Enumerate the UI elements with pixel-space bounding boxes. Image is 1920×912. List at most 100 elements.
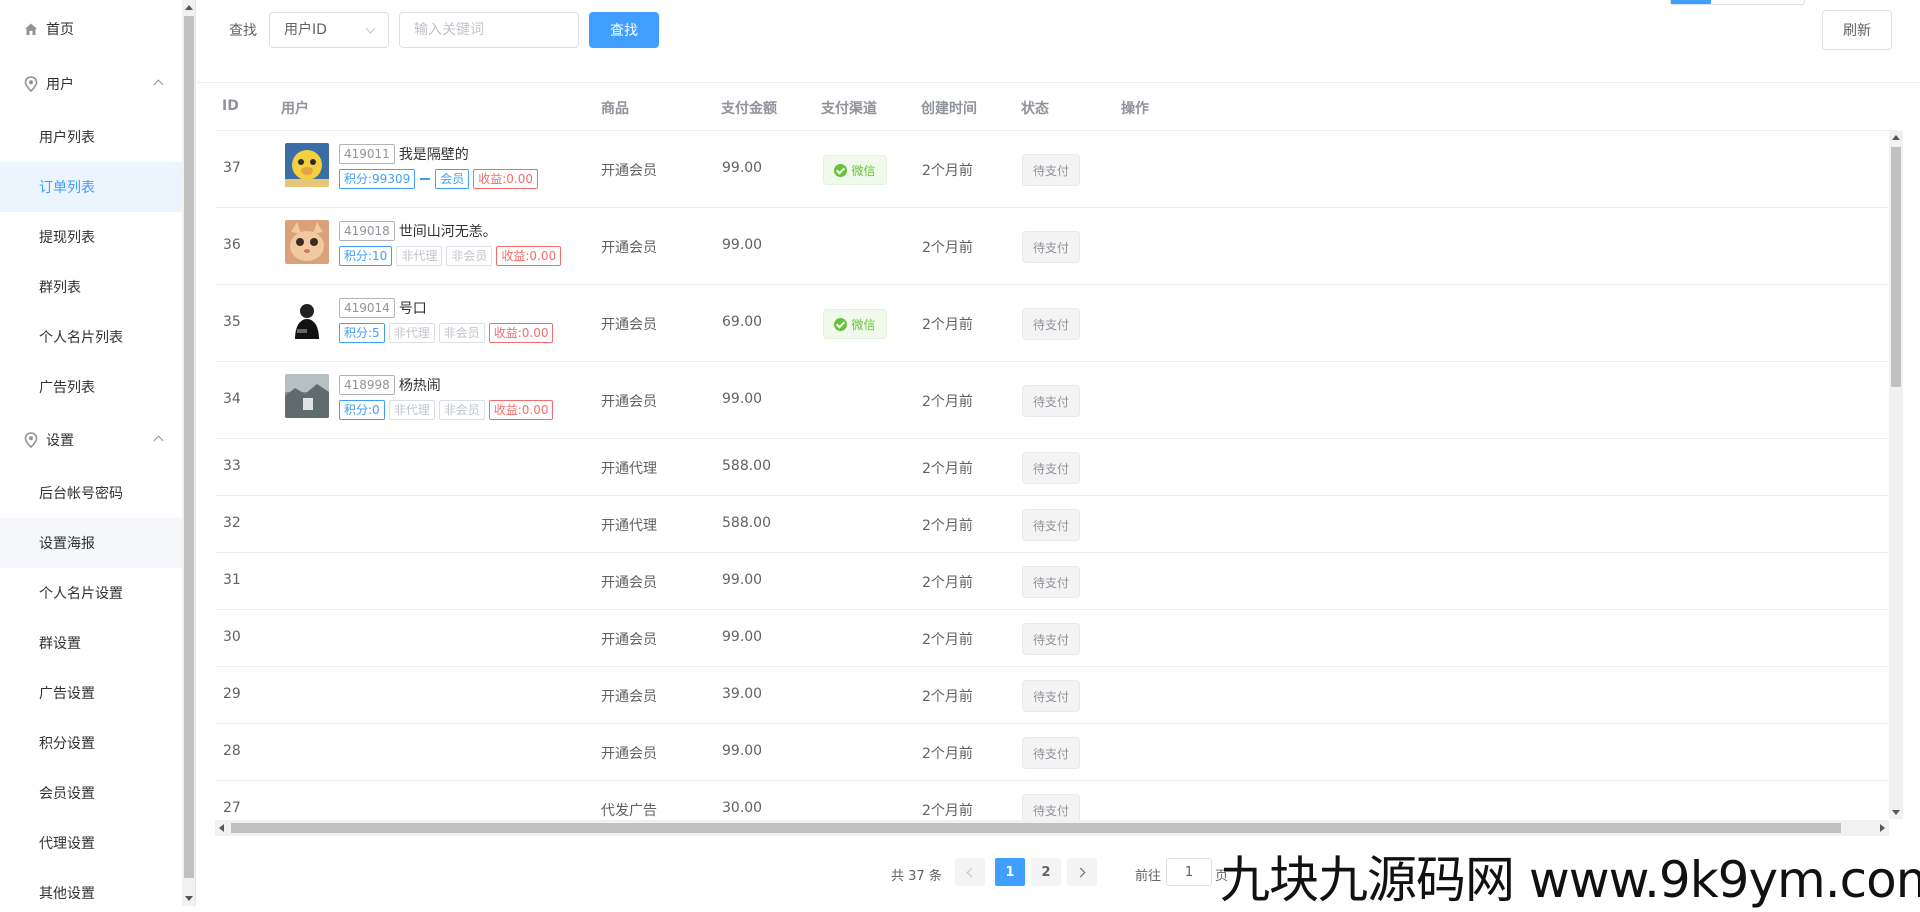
table-row: 37 419011 我是隔壁的 积分:99309 会员 收益:0.00 开通会员 99.00 微… bbox=[215, 131, 1897, 208]
sidebar-item-7[interactable]: 广告列表 bbox=[0, 362, 182, 412]
sidebar-item-label: 设置 bbox=[46, 433, 74, 449]
avatar bbox=[285, 143, 329, 187]
product: 开通会员 bbox=[601, 317, 657, 333]
member-tag: 会员 bbox=[435, 169, 470, 189]
status-badge: 待支付 bbox=[1022, 737, 1080, 769]
sidebar-item-label: 后台帐号密码 bbox=[39, 486, 123, 502]
income-tag: 收益:0.00 bbox=[496, 246, 562, 266]
created-time: 2个月前 bbox=[922, 240, 973, 256]
scroll-right-icon[interactable] bbox=[1880, 824, 1885, 832]
sidebar-item-14[interactable]: 积分设置 bbox=[0, 718, 182, 768]
goto-page-input[interactable] bbox=[1166, 858, 1212, 886]
scroll-down-icon[interactable] bbox=[185, 896, 193, 901]
sidebar-scrollbar[interactable] bbox=[182, 0, 196, 906]
points-tag: 积分:10 bbox=[339, 246, 393, 266]
status-badge: 待支付 bbox=[1022, 566, 1080, 598]
sidebar-item-label: 广告设置 bbox=[39, 686, 95, 702]
sidebar-item-10[interactable]: 设置海报 bbox=[0, 518, 182, 568]
status-badge: 待支付 bbox=[1022, 308, 1080, 340]
sidebar-item-label: 提现列表 bbox=[39, 230, 95, 246]
search-button[interactable]: 查找 bbox=[589, 12, 659, 48]
sidebar-item-17[interactable]: 其他设置 bbox=[0, 868, 182, 906]
table-row: 27 代发广告 30.00 2个月前 待支付 bbox=[215, 781, 1897, 821]
points-tag: 积分:0 bbox=[339, 400, 385, 420]
column-header-status: 状态 bbox=[1021, 101, 1049, 117]
sidebar-item-3[interactable]: 订单列表 bbox=[0, 162, 182, 212]
product: 开通会员 bbox=[601, 394, 657, 410]
dash-separator bbox=[420, 178, 431, 180]
sidebar-item-label: 首页 bbox=[46, 22, 74, 38]
sidebar-item-12[interactable]: 群设置 bbox=[0, 618, 182, 668]
table-row: 33 开通代理 588.00 2个月前 待支付 bbox=[215, 439, 1897, 496]
product: 开通会员 bbox=[601, 689, 657, 705]
table-row: 32 开通代理 588.00 2个月前 待支付 bbox=[215, 496, 1897, 553]
table-row: 31 开通会员 99.00 2个月前 待支付 bbox=[215, 553, 1897, 610]
sidebar-item-2[interactable]: 用户列表 bbox=[0, 112, 182, 162]
sidebar-item-label: 个人名片设置 bbox=[39, 586, 123, 602]
column-header-amount: 支付金额 bbox=[721, 101, 777, 117]
chevron-up-icon bbox=[153, 435, 164, 446]
table-row: 34 418998 杨热闹 积分:0 非代理 非会员 收益:0.00 开通会员 99.00 2个月… bbox=[215, 362, 1897, 439]
product: 开通会员 bbox=[601, 632, 657, 648]
sidebar-item-8[interactable]: 设置 bbox=[0, 415, 182, 465]
user-name: 号口 bbox=[398, 301, 427, 317]
created-time: 2个月前 bbox=[922, 689, 973, 705]
user-name: 我是隔壁的 bbox=[398, 147, 469, 163]
sidebar-item-1[interactable]: 用户 bbox=[0, 59, 182, 109]
table-row: 30 开通会员 99.00 2个月前 待支付 bbox=[215, 610, 1897, 667]
product: 开通会员 bbox=[601, 163, 657, 179]
prev-page-button[interactable] bbox=[955, 858, 985, 886]
refresh-button[interactable]: 刷新 bbox=[1822, 10, 1892, 50]
sidebar-item-16[interactable]: 代理设置 bbox=[0, 818, 182, 868]
page-2-button[interactable]: 2 bbox=[1031, 858, 1061, 886]
scroll-left-icon[interactable] bbox=[219, 824, 224, 832]
product: 开通代理 bbox=[601, 461, 657, 477]
sidebar-item-6[interactable]: 个人名片列表 bbox=[0, 312, 182, 362]
status-badge: 待支付 bbox=[1022, 154, 1080, 186]
avatar bbox=[285, 297, 329, 341]
agent-tag: 非代理 bbox=[388, 400, 435, 420]
table-horizontal-scrollbar[interactable] bbox=[215, 820, 1889, 836]
pay-amount: 99.00 bbox=[722, 743, 763, 759]
sidebar-item-5[interactable]: 群列表 bbox=[0, 262, 182, 312]
sidebar-item-label: 代理设置 bbox=[39, 836, 95, 852]
pay-amount: 39.00 bbox=[722, 686, 763, 702]
sidebar-item-0[interactable]: 首页 bbox=[0, 4, 182, 54]
pay-amount: 99.00 bbox=[722, 572, 763, 588]
scroll-up-icon[interactable] bbox=[1892, 135, 1900, 140]
scrollbar-thumb[interactable] bbox=[1891, 147, 1901, 387]
user-line: 419018 世间山河无恙。 bbox=[339, 221, 497, 241]
keyword-input[interactable] bbox=[399, 12, 579, 48]
sidebar-item-4[interactable]: 提现列表 bbox=[0, 212, 182, 262]
scrollbar-thumb[interactable] bbox=[184, 16, 194, 878]
top-segment-tab[interactable] bbox=[1670, 0, 1805, 5]
pay-amount: 588.00 bbox=[722, 458, 771, 474]
next-page-button[interactable] bbox=[1067, 858, 1097, 886]
sidebar-item-11[interactable]: 个人名片设置 bbox=[0, 568, 182, 618]
scrollbar-thumb[interactable] bbox=[231, 823, 1841, 833]
column-header-created: 创建时间 bbox=[921, 101, 977, 117]
pay-amount: 99.00 bbox=[722, 237, 763, 253]
scroll-down-icon[interactable] bbox=[1892, 810, 1900, 815]
member-tag: 非会员 bbox=[438, 323, 485, 343]
product: 开通会员 bbox=[601, 746, 657, 762]
status-badge: 待支付 bbox=[1022, 794, 1080, 821]
created-time: 2个月前 bbox=[922, 632, 973, 648]
pay-amount: 30.00 bbox=[722, 800, 763, 816]
agent-tag: 非代理 bbox=[388, 323, 435, 343]
pagination-total: 共 37 条 bbox=[891, 869, 942, 884]
order-id: 29 bbox=[223, 686, 241, 702]
table-vertical-scrollbar[interactable] bbox=[1889, 131, 1903, 819]
location-icon bbox=[22, 431, 40, 449]
sidebar-item-13[interactable]: 广告设置 bbox=[0, 668, 182, 718]
user-line: 419011 我是隔壁的 bbox=[339, 144, 469, 164]
user-name: 世间山河无恙。 bbox=[398, 224, 497, 240]
search-field-select[interactable]: 用户ID bbox=[269, 12, 389, 48]
sidebar-item-9[interactable]: 后台帐号密码 bbox=[0, 468, 182, 518]
scroll-up-icon[interactable] bbox=[185, 5, 193, 10]
sidebar-item-15[interactable]: 会员设置 bbox=[0, 768, 182, 818]
page-1-button[interactable]: 1 bbox=[995, 858, 1025, 886]
user-tags: 积分:10 非代理 非会员 收益:0.00 bbox=[339, 246, 565, 266]
order-id: 32 bbox=[223, 515, 241, 531]
home-icon bbox=[22, 20, 40, 38]
